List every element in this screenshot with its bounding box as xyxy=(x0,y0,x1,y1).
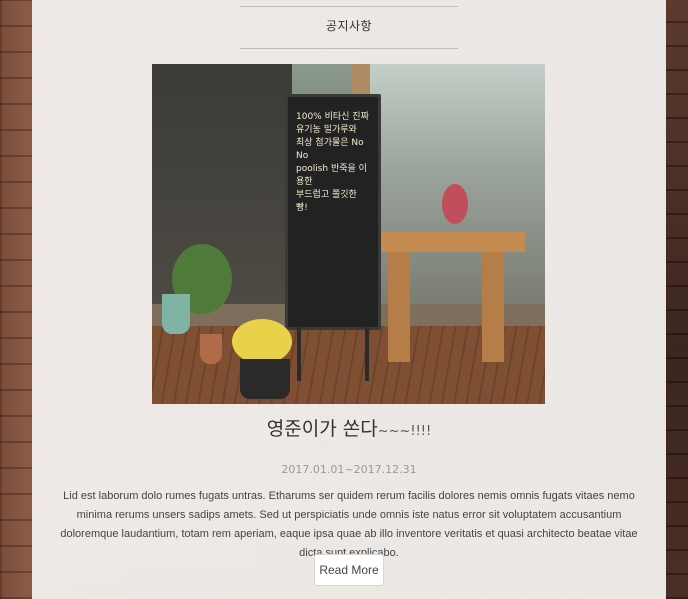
chalkboard-leg xyxy=(297,326,301,381)
post-title-tail: ~~~!!!! xyxy=(377,424,432,439)
chalkboard-sign: 100% 비타신 진짜 유기농 밀가루와 최상 첨가물은 No No pooli… xyxy=(285,94,381,330)
section-title: 공지사항 xyxy=(325,19,373,33)
post-title: 영준이가 쏜다~~~!!!! xyxy=(32,414,666,441)
title-rule-bottom xyxy=(240,48,458,49)
bench-leg xyxy=(482,252,504,362)
post-body: Lid est laborum dolo rumes fugats untras… xyxy=(60,490,638,559)
bench-leg xyxy=(388,252,410,362)
chalkboard-leg xyxy=(365,326,369,381)
post-title-text: 영준이가 쏜다 xyxy=(266,418,378,440)
post-image: 100% 비타신 진짜 유기농 밀가루와 최상 첨가물은 No No pooli… xyxy=(152,64,545,404)
yellow-flowers xyxy=(232,319,292,364)
post-date: 2017.01.01~2017.12.31 xyxy=(281,463,417,476)
brick-wall-right-edge xyxy=(666,0,688,599)
flower-pot xyxy=(200,334,222,364)
wooden-bench xyxy=(380,232,525,252)
flower-pot xyxy=(162,294,190,334)
title-rule-top xyxy=(240,6,458,7)
read-more-button[interactable]: Read More xyxy=(314,554,384,586)
chalkboard-text: 100% 비타신 진짜 유기농 밀가루와 최상 첨가물은 No No pooli… xyxy=(296,112,369,213)
pink-flowers xyxy=(442,184,468,224)
flower-pot xyxy=(240,359,290,399)
